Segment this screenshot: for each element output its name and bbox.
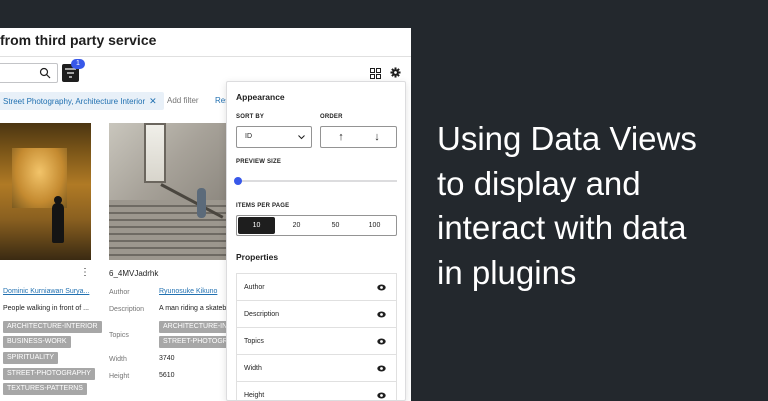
sort-ascending-button[interactable]: ↑ [322, 127, 360, 147]
items-per-page-label: ITEMS PER PAGE [236, 203, 290, 209]
property-label: Height [244, 392, 265, 399]
close-icon[interactable]: ✕ [149, 96, 157, 106]
property-row-width: Width [237, 355, 396, 382]
topic-tag: BUSINESS-WORK [3, 336, 71, 348]
eye-icon[interactable] [377, 392, 386, 399]
more-actions-icon[interactable]: ⋮ [80, 267, 90, 278]
preview-size-slider[interactable] [236, 180, 397, 182]
card-title: 6_4MVJadrhk [109, 269, 159, 278]
order-toggle-group: ↑ ↓ [320, 126, 397, 148]
card-image[interactable] [0, 123, 91, 260]
eye-icon[interactable] [377, 284, 386, 291]
property-label: Width [244, 365, 262, 372]
items-per-page-option[interactable]: 100 [356, 217, 393, 234]
properties-list: Author Description Topics Width Height [236, 273, 397, 400]
preview-size-slider-handle[interactable] [234, 177, 242, 185]
appearance-heading: Appearance [236, 92, 285, 102]
items-per-page-option[interactable]: 10 [238, 217, 275, 234]
items-per-page-option[interactable]: 20 [278, 217, 315, 234]
add-filter-button[interactable]: Add filter [167, 92, 199, 110]
chevron-down-icon [298, 135, 305, 140]
width-value: 3740 [159, 355, 175, 362]
search-icon [39, 67, 51, 79]
topic-tag: STREET-PHOTOGRA [159, 336, 237, 348]
description-label: Description [109, 306, 145, 313]
headline-line: Using Data Views [437, 120, 697, 157]
page-title: from third party service [0, 32, 157, 48]
header-divider [0, 56, 411, 57]
card-image[interactable] [109, 123, 229, 260]
property-row-description: Description [237, 301, 396, 328]
property-label: Author [244, 284, 265, 291]
card-description: A man riding a skateb [159, 305, 227, 312]
author-label: Author [109, 289, 130, 296]
view-options-popover: Appearance SORT BY ORDER ID ↑ ↓ PREVIEW … [226, 81, 406, 401]
sort-by-label: SORT BY [236, 114, 265, 120]
sort-descending-button[interactable]: ↓ [358, 127, 396, 147]
sort-by-value: ID [245, 133, 252, 140]
filter-icon [65, 68, 76, 78]
items-per-page-option[interactable]: 50 [317, 217, 354, 234]
active-filter-chip[interactable]: Street Photography, Architecture Interio… [0, 92, 164, 110]
search-input[interactable] [0, 63, 58, 83]
layout-grid-icon[interactable] [370, 68, 381, 79]
properties-heading: Properties [236, 252, 279, 262]
property-row-author: Author [237, 274, 396, 301]
topic-tag: TEXTURES-PATTERNS [3, 383, 87, 395]
active-filter-label: Street Photography, Architecture Interio… [3, 97, 146, 106]
height-value: 5610 [159, 372, 175, 379]
eye-icon[interactable] [377, 311, 386, 318]
property-row-height: Height [237, 382, 396, 400]
topic-tag: SPIRITUALITY [3, 352, 59, 364]
preview-size-label: PREVIEW SIZE [236, 159, 282, 165]
card-author[interactable]: Ryunosuke Kikuno [159, 288, 217, 295]
topic-tag: ARCHITECTURE-INT [159, 321, 236, 333]
headline-line: interact with data [437, 209, 687, 246]
topic-tag: ARCHITECTURE-INTERIOR [3, 321, 102, 333]
sort-by-select[interactable]: ID [236, 126, 312, 148]
property-label: Topics [244, 338, 264, 345]
topics-label: Topics [109, 332, 129, 339]
items-per-page-toggle: 10 20 50 100 [236, 215, 397, 236]
height-label: Height [109, 373, 130, 380]
order-label: ORDER [320, 114, 343, 120]
promo-headline: Using Data Views to display and interact… [437, 117, 757, 295]
card-author[interactable]: Dominic Kurniawan Surya... [3, 288, 89, 295]
gear-icon[interactable] [390, 67, 401, 78]
eye-icon[interactable] [377, 365, 386, 372]
card-description: People walking in front of ... [3, 305, 89, 312]
width-label: Width [109, 356, 127, 363]
property-label: Description [244, 311, 280, 318]
headline-line: in plugins [437, 253, 577, 291]
filter-count-badge: 1 [71, 59, 85, 69]
eye-icon[interactable] [377, 338, 386, 345]
property-row-topics: Topics [237, 328, 396, 355]
topic-tag: STREET-PHOTOGRAPHY [3, 368, 95, 380]
headline-line: to display and [437, 164, 641, 202]
